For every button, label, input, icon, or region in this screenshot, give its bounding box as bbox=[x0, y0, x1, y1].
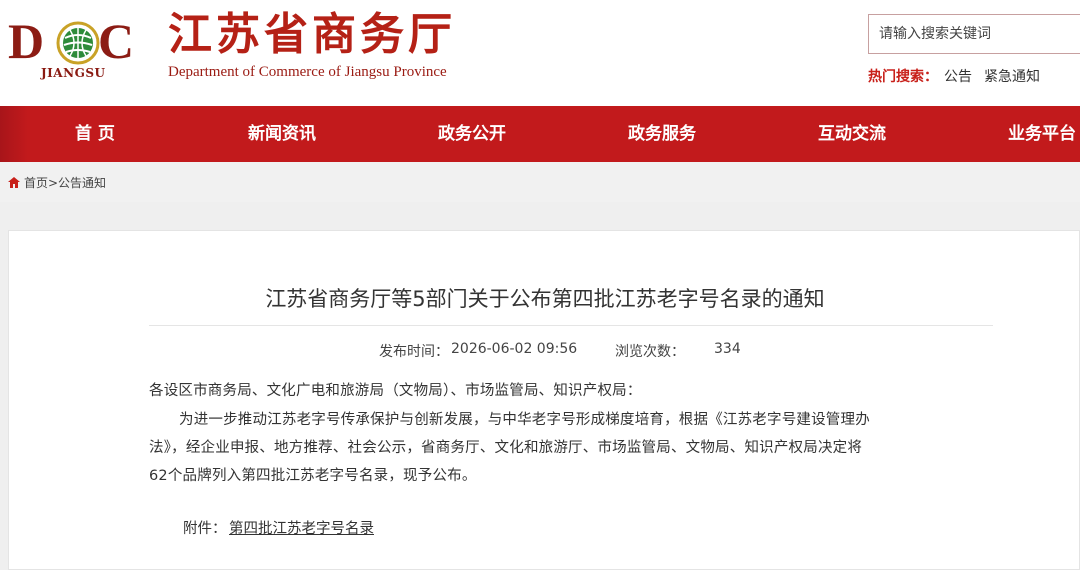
publish-time-label: 发布时间： bbox=[379, 344, 449, 360]
nav-item-business-platform[interactable]: 业务平台 bbox=[1008, 106, 1076, 162]
hot-search-label: 热门搜索： bbox=[868, 69, 938, 85]
article-panel: 江苏省商务厅等5部门关于公布第四批江苏老字号名录的通知 发布时间： 2026-0… bbox=[8, 230, 1080, 570]
nav-item-government-services[interactable]: 政务服务 bbox=[628, 106, 696, 162]
breadcrumb-text[interactable]: 首页>公告通知 bbox=[24, 174, 106, 191]
article-body-line: 法》，经企业申报、地方推荐、社会公示，省商务厅、文化和旅游厅、市场监管局、文物局… bbox=[149, 440, 863, 456]
nav-item-home[interactable]: 首 页 bbox=[75, 106, 115, 162]
view-count-label: 浏览次数： bbox=[615, 344, 685, 360]
nav-item-news[interactable]: 新闻资讯 bbox=[248, 106, 316, 162]
nav-item-government-affairs[interactable]: 政务公开 bbox=[438, 106, 506, 162]
home-icon bbox=[8, 177, 20, 188]
hot-search: 热门搜索： 公告 紧急通知 bbox=[868, 66, 1040, 86]
article-salutation: 各设区市商务局、文化广电和旅游局（文物局）、市场监管局、知识产权局： bbox=[149, 383, 642, 399]
logo-subtitle: JIANGSU bbox=[41, 66, 106, 80]
hot-search-item-announcement[interactable]: 公告 bbox=[944, 69, 972, 85]
svg-text:D: D bbox=[8, 14, 44, 69]
site-title-english: Department of Commerce of Jiangsu Provin… bbox=[168, 64, 447, 80]
svg-text:C: C bbox=[98, 14, 134, 69]
nav-edge-shade bbox=[0, 106, 28, 162]
article-body-line: 62个品牌列入第四批江苏老字号名录，现予公布。 bbox=[149, 468, 477, 484]
main-nav: 首 页 新闻资讯 政务公开 政务服务 互动交流 业务平台 bbox=[0, 106, 1080, 162]
hot-search-item-urgent-notice[interactable]: 紧急通知 bbox=[984, 69, 1040, 85]
breadcrumb: 首页>公告通知 bbox=[0, 162, 1080, 202]
attachment-link[interactable]: 第四批江苏老字号名录 bbox=[229, 517, 374, 538]
search-input[interactable] bbox=[868, 14, 1080, 54]
title-divider bbox=[149, 325, 993, 326]
nav-item-interaction[interactable]: 互动交流 bbox=[818, 106, 886, 162]
site-header: D C JIANGSU 江苏省商务厅 Department of Commerc… bbox=[0, 0, 1080, 106]
article-title: 江苏省商务厅等5部门关于公布第四批江苏老字号名录的通知 bbox=[265, 287, 825, 311]
site-title[interactable]: 江苏省商务厅 bbox=[168, 10, 456, 60]
attachment-label: 附件： bbox=[183, 521, 227, 537]
publish-time-value: 2026-06-02 09:56 bbox=[451, 341, 578, 357]
article-body-line: 为进一步推动江苏老字号传承保护与创新发展，与中华老字号形成梯度培育，根据《江苏老… bbox=[179, 412, 870, 428]
view-count-value: 334 bbox=[714, 341, 741, 357]
